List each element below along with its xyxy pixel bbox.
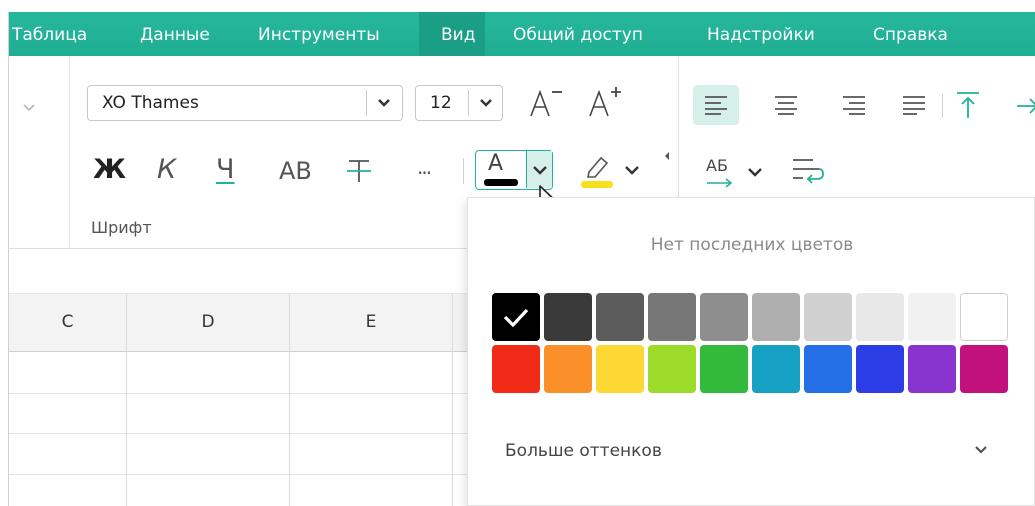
color-swatch[interactable] — [752, 345, 800, 393]
chevron-down-icon — [533, 166, 547, 175]
color-swatch[interactable] — [700, 293, 748, 341]
color-swatch[interactable] — [908, 345, 956, 393]
align-left-icon — [705, 96, 727, 115]
font-name-value: XO Thames — [102, 93, 199, 113]
align-center-icon[interactable] — [774, 95, 798, 115]
more-format-button[interactable]: ··· — [417, 161, 432, 185]
menu-addons[interactable]: Надстройки — [707, 12, 815, 56]
font-size-select[interactable]: 12 — [415, 85, 503, 121]
strikethrough-icon[interactable] — [344, 156, 374, 186]
font-color-dropdown[interactable] — [526, 151, 552, 188]
color-swatch[interactable] — [648, 345, 696, 393]
chevron-down-icon[interactable] — [974, 445, 988, 455]
chevron-down-icon[interactable] — [23, 104, 35, 112]
more-shades-button[interactable]: Больше оттенков — [505, 441, 662, 461]
color-swatch[interactable] — [492, 345, 540, 393]
text-direction-button[interactable]: АБ — [706, 156, 728, 175]
arrow-right-icon — [707, 178, 733, 188]
menu-tools[interactable]: Инструменты — [258, 12, 380, 56]
menu-data[interactable]: Данные — [140, 12, 210, 56]
menu-table[interactable]: Таблица — [12, 12, 87, 56]
color-swatch[interactable] — [856, 345, 904, 393]
column-header[interactable]: D — [127, 294, 289, 351]
color-swatch[interactable] — [492, 293, 540, 341]
align-justify-icon[interactable] — [902, 95, 926, 115]
color-swatch[interactable] — [596, 345, 644, 393]
color-swatch[interactable] — [752, 293, 800, 341]
color-swatch[interactable] — [908, 293, 956, 341]
color-swatch[interactable] — [856, 293, 904, 341]
decrease-font-size-icon[interactable] — [527, 86, 565, 120]
align-top-icon[interactable] — [955, 90, 981, 120]
caps-button[interactable]: АВ — [279, 157, 312, 185]
recent-colors-label: Нет последних цветов — [650, 235, 854, 255]
color-swatch[interactable] — [596, 293, 644, 341]
column-header[interactable]: C — [9, 294, 126, 351]
align-right-icon[interactable] — [842, 95, 866, 115]
chevron-down-icon — [480, 99, 492, 107]
font-color-glyph: А — [488, 151, 504, 176]
chevron-down-icon[interactable] — [624, 164, 640, 176]
color-swatch[interactable] — [648, 293, 696, 341]
color-swatch[interactable] — [960, 293, 1008, 341]
color-swatch[interactable] — [804, 293, 852, 341]
font-color-popup: Нет последних цветов Больше оттенков — [467, 197, 1035, 506]
scroll-left-icon[interactable] — [663, 150, 671, 162]
color-swatch[interactable] — [804, 345, 852, 393]
check-icon — [503, 308, 529, 328]
underline-button[interactable]: Ч — [216, 154, 235, 185]
color-swatch[interactable] — [960, 345, 1008, 393]
increase-font-size-icon[interactable] — [586, 84, 628, 120]
color-swatch[interactable] — [544, 293, 592, 341]
wrap-text-icon[interactable] — [791, 156, 825, 184]
menu-help[interactable]: Справка — [873, 12, 948, 56]
chevron-down-icon — [378, 99, 390, 107]
bold-button[interactable]: Ж — [93, 154, 126, 185]
font-name-select[interactable]: XO Thames — [87, 85, 403, 121]
column-header[interactable]: E — [290, 294, 452, 351]
align-left-button[interactable] — [693, 85, 739, 125]
menu-share[interactable]: Общий доступ — [513, 12, 643, 56]
font-color-bar — [484, 179, 518, 186]
menu-bar: Таблица Данные Инструменты Вид Общий дос… — [9, 12, 1035, 56]
font-group-label: Шрифт — [91, 218, 152, 237]
font-size-value: 12 — [430, 93, 452, 113]
arrow-right-icon[interactable] — [1015, 96, 1035, 116]
italic-button[interactable]: К — [157, 154, 176, 185]
highlight-color-icon[interactable] — [577, 150, 617, 190]
color-swatch[interactable] — [700, 345, 748, 393]
color-swatch[interactable] — [544, 345, 592, 393]
menu-view[interactable]: Вид — [419, 12, 486, 56]
chevron-down-icon[interactable] — [747, 166, 763, 178]
